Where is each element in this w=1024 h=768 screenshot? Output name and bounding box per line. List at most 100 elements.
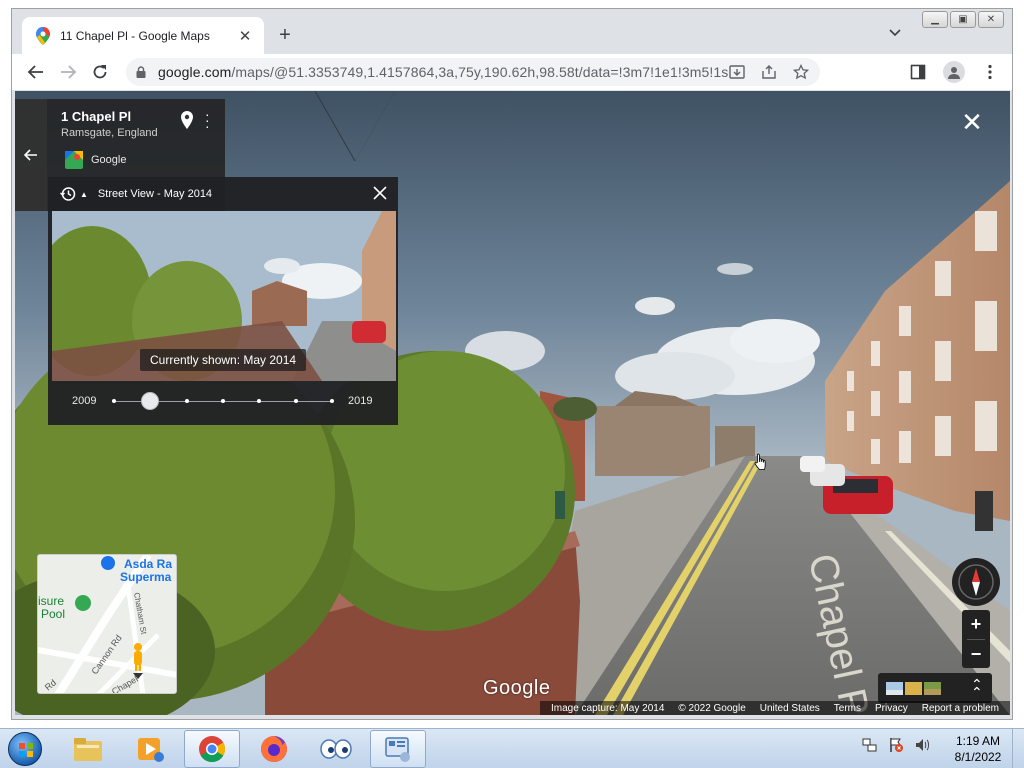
control-panel-icon [385, 737, 410, 762]
minimap[interactable]: Asda Ra Superma isure Pool Chatham St Ca… [37, 554, 177, 694]
taskbar-control-panel[interactable] [370, 730, 426, 768]
browser-window: 11 Chapel Pl - Google Maps ✕ + ▁ ▣ ✕ goo… [11, 8, 1013, 720]
report-problem-link[interactable]: Report a problem [922, 703, 999, 714]
copyright-text: © 2022 Google [678, 702, 746, 714]
reload-icon [93, 65, 107, 79]
address-bar[interactable]: google.com/maps/@51.3353749,1.4157864,3a… [126, 58, 820, 86]
show-desktop-button[interactable] [1012, 729, 1024, 768]
back-button[interactable] [20, 56, 52, 88]
caret-up-icon: ▲ [80, 189, 88, 199]
map-label-leisure: isure [38, 594, 64, 608]
lock-icon[interactable] [136, 66, 146, 78]
media-player-icon [138, 738, 164, 762]
layer-thumb-satellite[interactable] [886, 681, 903, 695]
browser-toolbar: google.com/maps/@51.3353749,1.4157864,3a… [12, 54, 1012, 90]
currently-shown-tooltip: Currently shown: May 2014 [140, 349, 307, 371]
start-button[interactable] [4, 730, 46, 768]
tab-search-icon[interactable] [888, 26, 902, 40]
network-icon[interactable] [862, 737, 878, 753]
street-view-viewport[interactable]: Chapel Pl ✕ 1 Chapel Pl Ramsgate, Englan… [15, 91, 1010, 715]
taskbar-media-player[interactable] [122, 730, 178, 768]
tab-strip: 11 Chapel Pl - Google Maps ✕ + ▁ ▣ ✕ [12, 9, 1012, 54]
street-view-time-travel-panel: ▲ Street View - May 2014 Currently shown… [48, 177, 398, 425]
google-maps-icon [36, 26, 50, 45]
privacy-link[interactable]: Privacy [875, 703, 908, 714]
taskbar-eyes-app[interactable] [308, 730, 364, 768]
new-tab-button[interactable]: + [274, 24, 296, 46]
image-capture-date: Image capture: May 2014 [550, 702, 665, 714]
address-title: 1 Chapel Pl [61, 109, 132, 124]
slider-tick[interactable] [330, 399, 334, 403]
eyes-icon [320, 739, 352, 759]
firefox-icon [261, 736, 287, 762]
tab-google-maps[interactable]: 11 Chapel Pl - Google Maps ✕ [22, 17, 264, 54]
park-pin-icon [75, 595, 91, 611]
hand-cursor-icon [754, 453, 766, 470]
bookmark-star-icon[interactable] [792, 63, 810, 81]
map-label-supermarket: Superma [120, 570, 172, 584]
clock-time: 1:19 AM [955, 734, 1001, 748]
map-label-asda: Asda Ra [124, 557, 172, 571]
profile-button[interactable] [940, 58, 968, 86]
more-options-icon[interactable]: · · · [205, 107, 210, 133]
slider-tick[interactable] [112, 399, 116, 403]
layer-thumb-photos[interactable] [924, 681, 941, 695]
slider-tick[interactable] [293, 399, 298, 403]
expand-chevron-icon[interactable]: ⌃ ⌃ [971, 677, 983, 699]
region-link[interactable]: United States [760, 703, 820, 714]
reload-button[interactable] [84, 56, 116, 88]
zoom-out-button[interactable]: − [962, 640, 990, 669]
terms-link[interactable]: Terms [834, 703, 861, 714]
url-text[interactable]: google.com/maps/@51.3353749,1.4157864,3a… [158, 64, 728, 80]
location-pin-icon[interactable] [181, 111, 193, 129]
zoom-in-button[interactable]: + [962, 610, 990, 639]
time-travel-slider[interactable]: 2009 2019 [48, 383, 398, 423]
slider-tick[interactable] [221, 399, 225, 403]
layer-thumbnails-tray[interactable]: ⌃ ⌃ [878, 673, 992, 703]
window-controls: ▁ ▣ ✕ [922, 11, 1004, 28]
maximize-button[interactable]: ▣ [950, 11, 976, 28]
install-app-icon[interactable] [728, 63, 746, 81]
volume-icon[interactable] [914, 737, 930, 753]
map-label-pool: Pool [41, 607, 65, 621]
close-window-button[interactable]: ✕ [978, 11, 1004, 28]
layer-thumb-terrain[interactable] [905, 681, 922, 695]
back-arrow-icon [28, 65, 43, 79]
system-clock[interactable]: 1:19 AM 8/1/2022 [946, 733, 1010, 765]
back-to-map-button[interactable] [15, 99, 47, 211]
minimap-graphic: Asda Ra Superma isure Pool Chatham St Ca… [38, 555, 176, 693]
windows-logo-icon [8, 732, 42, 766]
compass-icon [958, 564, 994, 600]
minimize-button[interactable]: ▁ [922, 11, 948, 28]
zoom-controls: + − [962, 610, 990, 668]
google-logo: Google [483, 677, 551, 699]
tab-close-icon[interactable]: ✕ [236, 27, 254, 45]
slider-tick[interactable] [184, 399, 189, 403]
action-center-flag-icon[interactable] [888, 737, 904, 753]
windows-taskbar: 1:19 AM 8/1/2022 [0, 728, 1024, 768]
side-panel-icon[interactable] [904, 58, 932, 86]
clock-date: 8/1/2022 [954, 750, 1002, 764]
system-tray [862, 737, 930, 753]
history-clock-icon [60, 187, 76, 201]
close-street-view-button[interactable]: ✕ [958, 109, 986, 135]
compass-button[interactable] [952, 558, 1000, 606]
taskbar-file-explorer[interactable] [60, 730, 116, 768]
map-footer: Image capture: May 2014 © 2022 Google Un… [540, 701, 1010, 715]
photo-source: Google [65, 151, 126, 169]
back-arrow-icon [24, 149, 37, 161]
slider-start-year: 2009 [72, 395, 97, 407]
close-time-travel-icon[interactable] [372, 185, 388, 201]
taskbar-chrome[interactable] [184, 730, 240, 768]
menu-kebab-icon[interactable] [976, 58, 1004, 86]
taskbar-firefox[interactable] [246, 730, 302, 768]
forward-button[interactable] [52, 56, 84, 88]
slider-tick[interactable] [257, 399, 262, 403]
share-icon[interactable] [760, 63, 778, 81]
slider-handle[interactable] [141, 392, 160, 410]
url-path: /maps/@51.3353749,1.4157864,3a,75y,190.6… [231, 64, 728, 80]
tab-title: 11 Chapel Pl - Google Maps [60, 28, 210, 43]
slider-end-year: 2019 [348, 395, 373, 407]
folder-icon [74, 738, 102, 761]
time-travel-header[interactable]: ▲ Street View - May 2014 [48, 177, 398, 211]
